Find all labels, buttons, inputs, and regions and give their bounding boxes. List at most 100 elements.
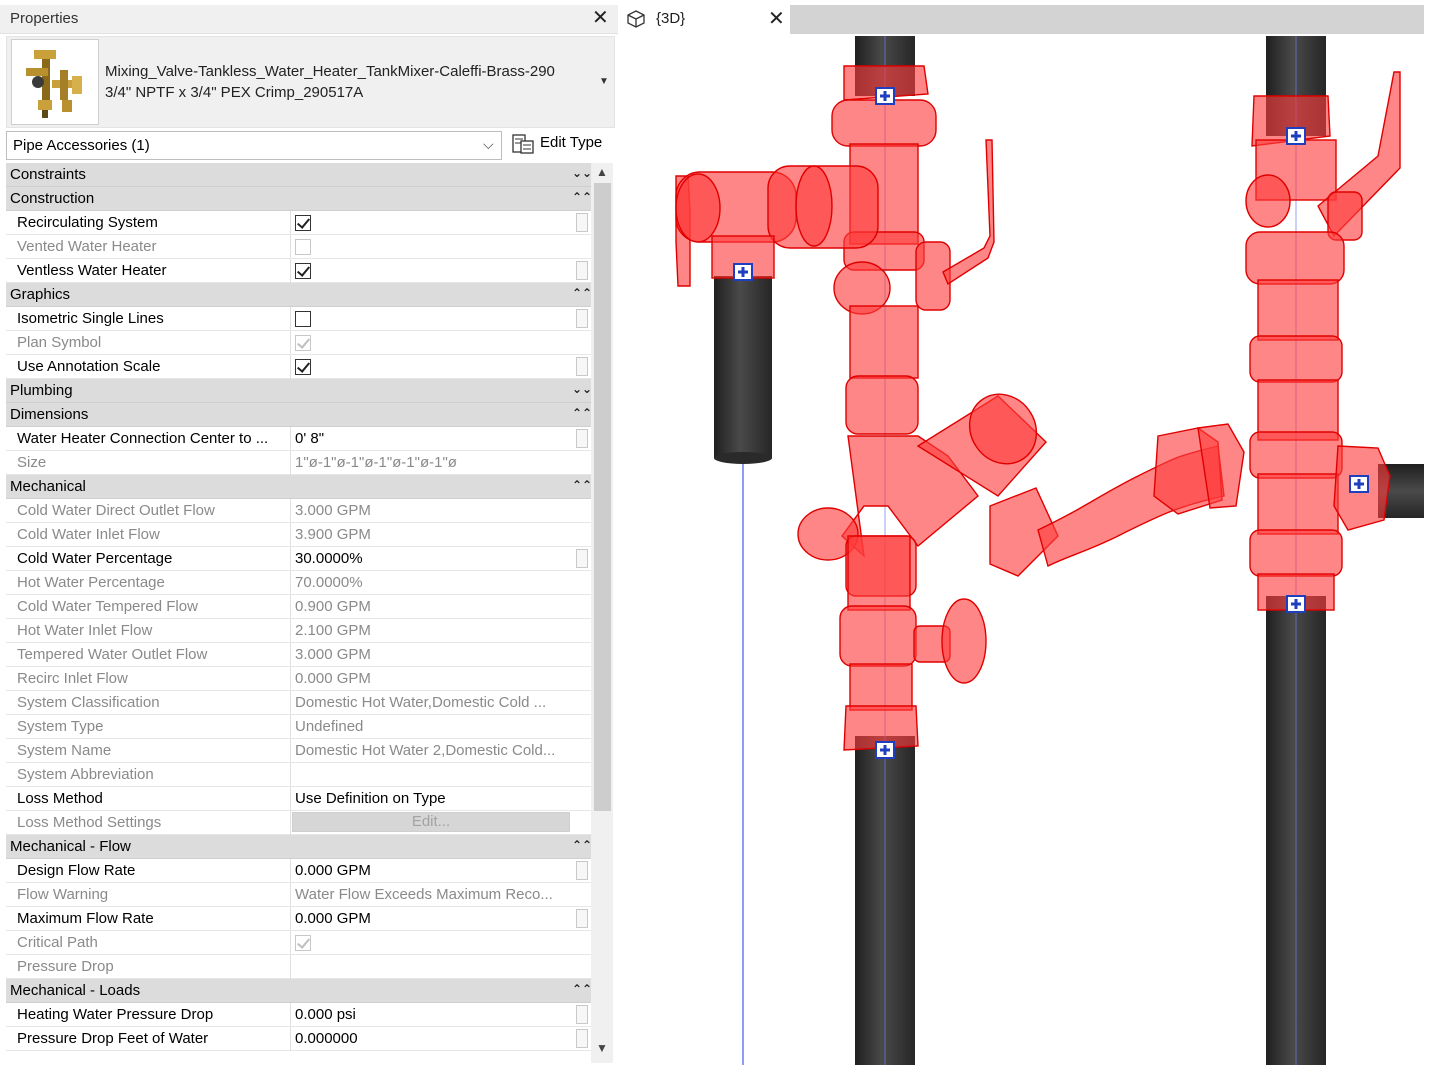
- property-value: Domestic Hot Water 2,Domestic Cold...: [295, 742, 556, 759]
- type-name-line-1: Mixing_Valve-Tankless_Water_Heater_TankM…: [105, 63, 555, 80]
- property-row[interactable]: Pressure Drop Feet of Water 0.000000: [6, 1027, 591, 1051]
- group-label: Mechanical: [10, 478, 86, 495]
- model-canvas[interactable]: [618, 36, 1424, 1065]
- row-edit-button[interactable]: [576, 429, 588, 448]
- property-value: 3.900 GPM: [295, 526, 371, 543]
- isometric-single-lines-checkbox[interactable]: [295, 311, 311, 327]
- group-header-mechanical-flow[interactable]: Mechanical - Flow ⌃⌃: [6, 835, 592, 859]
- scroll-down-icon[interactable]: ▼: [596, 1041, 608, 1055]
- use-annotation-scale-checkbox[interactable]: [295, 359, 311, 375]
- properties-palette: Properties ✕ Mixing_Valve-Tankless_Water…: [0, 0, 618, 1065]
- property-name: Tempered Water Outlet Flow: [6, 643, 291, 666]
- property-value[interactable]: [292, 307, 574, 330]
- ventless-water-heater-checkbox[interactable]: [295, 263, 311, 279]
- group-header-construction[interactable]: Construction ⌃⌃: [6, 187, 592, 211]
- property-value[interactable]: 0.000000: [292, 1027, 574, 1050]
- property-value: [292, 763, 574, 786]
- group-header-graphics[interactable]: Graphics ⌃⌃: [6, 283, 592, 307]
- property-row[interactable]: Recirculating System: [6, 211, 591, 235]
- property-row: Pressure Drop: [6, 955, 591, 979]
- property-row[interactable]: Design Flow Rate 0.000 GPM: [6, 859, 591, 883]
- expand-icon[interactable]: ⌄⌄: [572, 166, 592, 180]
- property-name: Loss Method: [6, 787, 291, 810]
- group-header-mechanical[interactable]: Mechanical ⌃⌃: [6, 475, 592, 499]
- property-name: Cold Water Tempered Flow: [6, 595, 291, 618]
- property-row[interactable]: Water Heater Connection Center to ... 0' …: [6, 427, 591, 451]
- property-value[interactable]: Use Definition on Type: [292, 787, 574, 810]
- edit-type-button[interactable]: Edit Type: [510, 131, 613, 160]
- collapse-icon[interactable]: ⌃⌃: [572, 982, 592, 996]
- property-row: Flow Warning Water Flow Exceeds Maximum R…: [6, 883, 591, 907]
- group-header-plumbing[interactable]: Plumbing ⌄⌄: [6, 379, 592, 403]
- scroll-up-icon[interactable]: ▲: [596, 165, 608, 179]
- plan-symbol-checkbox: [295, 335, 311, 351]
- property-value[interactable]: [292, 211, 574, 234]
- group-header-constraints[interactable]: Constraints ⌄⌄: [6, 163, 592, 187]
- collapse-icon[interactable]: ⌃⌃: [572, 838, 592, 852]
- row-edit-button[interactable]: [576, 1005, 588, 1024]
- tab-label: {3D}: [656, 10, 686, 27]
- edit-type-icon: [512, 134, 534, 154]
- property-name: Recirc Inlet Flow: [6, 667, 291, 690]
- instance-filter-dropdown[interactable]: Pipe Accessories (1) ⌵: [6, 131, 502, 160]
- collapse-icon[interactable]: ⌃⌃: [572, 286, 592, 300]
- collapse-icon[interactable]: ⌃⌃: [572, 406, 592, 420]
- property-row[interactable]: Isometric Single Lines: [6, 307, 591, 331]
- property-name: Size: [6, 451, 291, 474]
- row-edit-button[interactable]: [576, 861, 588, 880]
- property-name: System Type: [6, 715, 291, 738]
- group-header-mechanical-loads[interactable]: Mechanical - Loads ⌃⌃: [6, 979, 592, 1003]
- type-selector[interactable]: Mixing_Valve-Tankless_Water_Heater_TankM…: [6, 36, 615, 128]
- property-name: System Classification: [6, 691, 291, 714]
- property-row: Plan Symbol: [6, 331, 591, 355]
- property-row[interactable]: Maximum Flow Rate 0.000 GPM: [6, 907, 591, 931]
- properties-title: Properties: [10, 10, 79, 27]
- property-name: Recirculating System: [6, 211, 291, 234]
- property-value[interactable]: 0.000 psi: [292, 1003, 574, 1026]
- group-label: Mechanical - Flow: [10, 838, 131, 855]
- close-icon[interactable]: ✕: [768, 6, 785, 31]
- property-value: 70.0000%: [295, 574, 363, 591]
- property-row[interactable]: Cold Water Percentage 30.0000%: [6, 547, 591, 571]
- property-name: Maximum Flow Rate: [6, 907, 291, 930]
- tab-3d[interactable]: {3D} ✕: [618, 5, 790, 34]
- scrollbar-thumb[interactable]: [594, 183, 611, 811]
- edit-type-label: Edit Type: [540, 134, 603, 151]
- property-value[interactable]: [292, 355, 574, 378]
- property-value[interactable]: 0.000 GPM: [292, 907, 574, 930]
- property-row[interactable]: Use Annotation Scale: [6, 355, 591, 379]
- property-value[interactable]: 0.000 GPM: [292, 859, 574, 882]
- property-value[interactable]: 0' 8": [292, 427, 574, 450]
- property-name: Cold Water Percentage: [6, 547, 291, 570]
- row-edit-button[interactable]: [576, 309, 588, 328]
- property-value[interactable]: 30.0000%: [292, 547, 574, 570]
- row-edit-button[interactable]: [576, 357, 588, 376]
- property-row: Critical Path: [6, 931, 591, 955]
- row-edit-button[interactable]: [576, 261, 588, 280]
- property-value: 2.100 GPM: [295, 622, 371, 639]
- row-edit-button[interactable]: [576, 909, 588, 928]
- collapse-icon[interactable]: ⌃⌃: [572, 190, 592, 204]
- property-value: [292, 955, 574, 978]
- property-row: System Classification Domestic Hot Water,…: [6, 691, 591, 715]
- property-value[interactable]: [292, 259, 574, 282]
- group-header-dimensions[interactable]: Dimensions ⌃⌃: [6, 403, 592, 427]
- chevron-down-icon[interactable]: ⌵: [483, 136, 494, 153]
- collapse-icon[interactable]: ⌃⌃: [572, 478, 592, 492]
- property-row[interactable]: Heating Water Pressure Drop 0.000 psi: [6, 1003, 591, 1027]
- row-edit-button[interactable]: [576, 549, 588, 568]
- recirculating-system-checkbox[interactable]: [295, 215, 311, 231]
- 3d-view[interactable]: {3D} ✕: [618, 0, 1429, 1065]
- row-edit-button[interactable]: [576, 213, 588, 232]
- row-edit-button[interactable]: [576, 1029, 588, 1048]
- close-icon[interactable]: ✕: [592, 5, 609, 30]
- type-dropdown-arrow-icon[interactable]: ▼: [599, 76, 609, 87]
- expand-icon[interactable]: ⌄⌄: [572, 382, 592, 396]
- property-row[interactable]: Ventless Water Heater: [6, 259, 591, 283]
- property-value: 1"ø-1"ø-1"ø-1"ø-1"ø-1"ø: [295, 454, 457, 471]
- pipe-stub[interactable]: [714, 276, 772, 458]
- property-name: Water Heater Connection Center to ...: [6, 427, 291, 450]
- property-row[interactable]: Loss Method Use Definition on Type: [6, 787, 591, 811]
- properties-scrollbar[interactable]: ▲ ▼: [591, 163, 613, 1063]
- property-name: Critical Path: [6, 931, 291, 954]
